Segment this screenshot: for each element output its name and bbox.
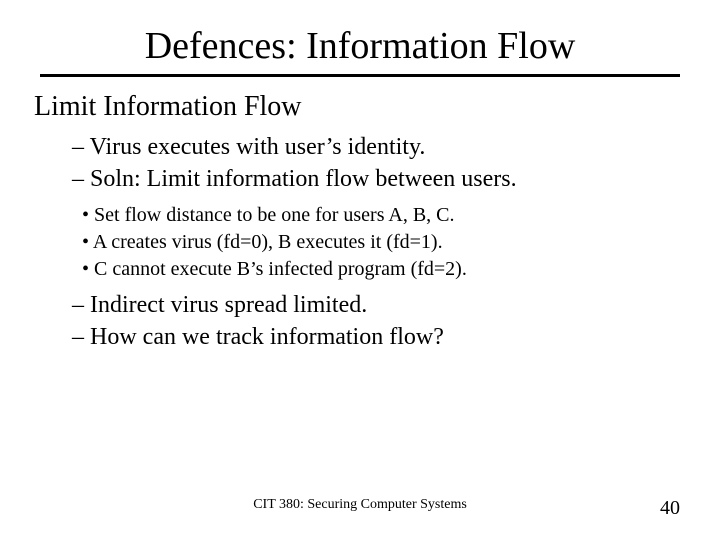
list-item: Indirect virus spread limited. [72, 289, 680, 321]
list-item: Soln: Limit information flow between use… [72, 163, 680, 195]
list-item: Virus executes with user’s identity. [72, 131, 680, 163]
slide-footer: CIT 380: Securing Computer Systems 40 [0, 497, 720, 520]
slide-title: Defences: Information Flow [40, 24, 680, 68]
list-item: C cannot execute B’s infected program (f… [82, 256, 680, 283]
list-item: Set flow distance to be one for users A,… [82, 202, 680, 229]
bullet-list-sub: Set flow distance to be one for users A,… [82, 202, 680, 283]
bullet-list-bottom: Indirect virus spread limited. How can w… [72, 289, 680, 354]
bullet-list-top: Virus executes with user’s identity. Sol… [72, 131, 680, 196]
title-rule [40, 74, 680, 77]
list-item: How can we track information flow? [72, 321, 680, 353]
footer-course: CIT 380: Securing Computer Systems [253, 497, 467, 513]
list-item: A creates virus (fd=0), B executes it (f… [82, 229, 680, 256]
slide: Defences: Information Flow Limit Informa… [0, 0, 720, 540]
slide-subtitle: Limit Information Flow [34, 91, 680, 123]
footer-page-number: 40 [660, 497, 680, 520]
